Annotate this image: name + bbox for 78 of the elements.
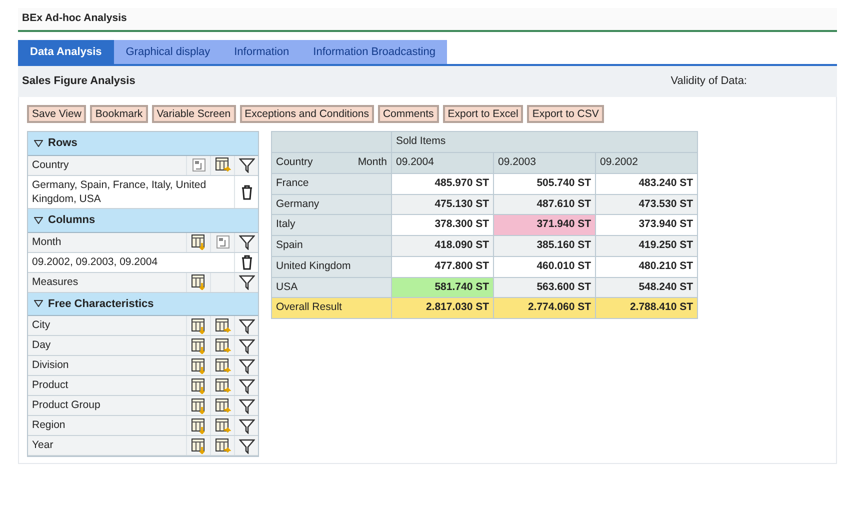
- table-cell: 473.530 ST: [596, 194, 698, 215]
- table-cell: 548.240 ST: [596, 277, 698, 298]
- validity-label: Validity of Data:: [670, 74, 747, 90]
- filter-icon[interactable]: [238, 274, 254, 290]
- filter-values: 09.2002, 09.2003, 09.2004: [31, 254, 159, 270]
- field-label: Year: [31, 438, 54, 454]
- swap-icon[interactable]: [214, 234, 230, 250]
- filter-icon[interactable]: [238, 398, 254, 414]
- row-header: Germany: [272, 194, 392, 215]
- row-header: USA: [272, 277, 392, 298]
- toolbar-button[interactable]: Export to CSV: [527, 104, 604, 124]
- tab[interactable]: Information Broadcasting: [301, 40, 448, 64]
- column-header: 09.2003: [494, 152, 596, 174]
- field-label: Month: [31, 234, 62, 250]
- field-label: Product: [31, 378, 70, 394]
- collapse-triangle-icon[interactable]: [34, 140, 43, 148]
- table-cell: 419.250 ST: [596, 236, 698, 256]
- window-title: BEx Ad-hoc Analysis: [18, 8, 837, 32]
- field-label: Day: [31, 338, 52, 354]
- report-title: Sales Figure Analysis: [22, 74, 136, 90]
- table-cell: 418.090 ST: [392, 236, 494, 256]
- filter-icon[interactable]: [238, 338, 254, 354]
- row-header: France: [272, 173, 392, 194]
- filter-icon[interactable]: [238, 378, 254, 394]
- column-header: 09.2004: [392, 152, 494, 174]
- table-cell: 505.740 ST: [494, 173, 596, 194]
- table-cell: 487.610 ST: [494, 194, 596, 215]
- field-label: City: [31, 318, 52, 334]
- total-cell: 2.788.410 ST: [596, 298, 698, 319]
- toolbar-button[interactable]: Comments: [378, 104, 439, 124]
- tab[interactable]: Data Analysis: [18, 40, 114, 64]
- tab[interactable]: Information: [222, 40, 302, 64]
- column-header: 09.2002: [596, 152, 698, 174]
- field-label: Country: [31, 158, 70, 173]
- filter-icon[interactable]: [238, 157, 254, 174]
- table-cell: 460.010 ST: [494, 256, 596, 278]
- section-title: Rows: [48, 136, 78, 152]
- toolbar-button[interactable]: Exceptions and Conditions: [240, 104, 374, 124]
- table-cell: 475.130 ST: [392, 194, 494, 215]
- table-cell: 373.940 ST: [596, 214, 698, 236]
- swap-icon[interactable]: [190, 157, 206, 174]
- total-cell: 2.817.030 ST: [392, 298, 494, 319]
- table-cell: 563.600 ST: [494, 277, 596, 298]
- table-cell: 485.970 ST: [392, 173, 494, 194]
- column-header: Month: [358, 155, 387, 170]
- tab[interactable]: Graphical display: [114, 40, 222, 64]
- toolbar-button[interactable]: Bookmark: [90, 104, 148, 124]
- table-cell: 378.300 ST: [392, 214, 494, 236]
- filter-values: Germany, Spain, France, Italy, United Kingdom, USA: [31, 178, 208, 208]
- row-header: United Kingdom: [272, 256, 392, 278]
- toolbar-button[interactable]: Save View: [27, 104, 86, 124]
- filter-icon[interactable]: [238, 358, 254, 374]
- row-header: Overall Result: [272, 298, 392, 319]
- section-title: Free Characteristics: [48, 296, 154, 312]
- table-cell: 581.740 ST: [392, 277, 494, 298]
- filter-icon[interactable]: [238, 438, 254, 454]
- table-cell: 385.160 ST: [494, 236, 596, 256]
- collapse-triangle-icon[interactable]: [34, 300, 43, 308]
- row-header: Italy: [272, 214, 392, 236]
- column-header: Sold Items: [392, 132, 698, 153]
- filter-icon[interactable]: [238, 418, 254, 434]
- row-header: Spain: [272, 236, 392, 256]
- table-cell: 477.800 ST: [392, 256, 494, 278]
- column-header: Country: [276, 155, 313, 170]
- field-label: Division: [31, 358, 70, 374]
- filter-icon[interactable]: [238, 234, 254, 250]
- table-cell: 480.210 ST: [596, 256, 698, 278]
- table-cell: 371.940 ST: [494, 214, 596, 236]
- collapse-triangle-icon[interactable]: [34, 216, 43, 224]
- field-label: Measures: [31, 274, 80, 290]
- field-label: Region: [31, 418, 66, 434]
- filter-icon[interactable]: [238, 318, 254, 334]
- toolbar-button[interactable]: Variable Screen: [152, 104, 236, 124]
- field-label: Product Group: [31, 398, 102, 414]
- toolbar-button[interactable]: Export to Excel: [442, 104, 524, 124]
- table-cell: 483.240 ST: [596, 173, 698, 194]
- total-cell: 2.774.060 ST: [494, 298, 596, 319]
- section-title: Columns: [48, 213, 96, 228]
